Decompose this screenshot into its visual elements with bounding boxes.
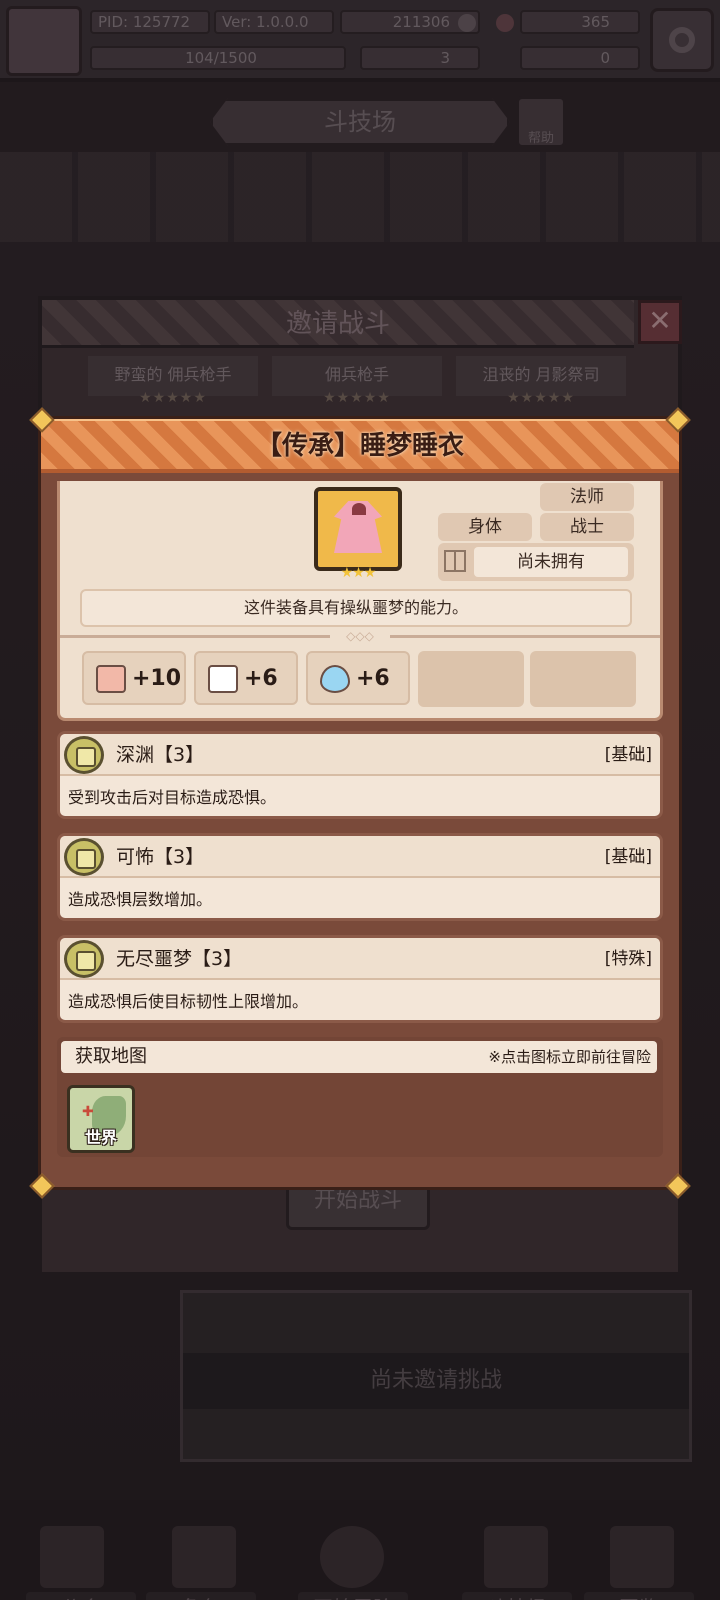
stat-intellect: +6 [194, 651, 298, 705]
fist-icon [96, 665, 126, 693]
skill-description: 受到攻击后对目标造成恐惧。 [68, 788, 277, 807]
water-drop-icon [320, 665, 350, 693]
item-detail-body: ★★★ 法师 身体 战士 尚未拥有 这件装备具有操纵噩梦的能力。 ◇◇◇ +10… [57, 481, 663, 1181]
stat-empty-slot [418, 651, 524, 707]
obtain-map-header: 获取地图 ※点击图标立即前往冒险 [61, 1041, 657, 1073]
item-description: 这件装备具有操纵噩梦的能力。 [80, 589, 632, 627]
skill-description: 造成恐惧层数增加。 [68, 890, 213, 909]
item-detail-card: 【传承】睡梦睡衣 ★★★ 法师 身体 战士 尚未拥有 这件装备具有操纵噩梦的能力… [29, 407, 691, 1199]
skill-header: 可怖【3】 [基础] [60, 836, 660, 878]
item-info-block: ★★★ 法师 身体 战士 尚未拥有 这件装备具有操纵噩梦的能力。 ◇◇◇ +10… [57, 481, 663, 721]
book-icon [208, 665, 238, 693]
divider: ◇◇◇ [60, 629, 660, 645]
obtain-map-hint: ※点击图标立即前往冒险 [488, 1048, 651, 1066]
divider-ornament: ◇◇◇ [330, 629, 390, 643]
skill-name: 无尽噩梦【3】 [116, 948, 243, 970]
stat-value: +6 [356, 666, 390, 691]
skill-header: 无尽噩梦【3】 [特殊] [60, 938, 660, 980]
stat-empty-slot [530, 651, 636, 707]
skill-type: [基础] [604, 745, 652, 765]
ownership-status: 尚未拥有 [438, 543, 634, 581]
stat-water: +6 [306, 651, 410, 705]
class-tag-mage: 法师 [540, 483, 634, 511]
skill-header: 深渊【3】 [基础] [60, 734, 660, 776]
obtain-map-section: 获取地图 ※点击图标立即前往冒险 ✚ 世界 [57, 1037, 663, 1157]
slot-tag: 身体 [438, 513, 532, 541]
class-tag-warrior: 战士 [540, 513, 634, 541]
obtain-map-title: 获取地图 [75, 1046, 147, 1067]
ownership-label: 尚未拥有 [474, 547, 628, 577]
skill-type: [基础] [604, 847, 652, 867]
skill-badge-icon [64, 736, 104, 774]
item-image [314, 487, 402, 571]
map-marker-icon: ✚ [82, 1104, 94, 1120]
stat-value: +6 [244, 666, 278, 691]
skill-card[interactable]: 可怖【3】 [基础] 造成恐惧层数增加。 [57, 833, 663, 921]
world-map-button[interactable]: ✚ 世界 [67, 1085, 135, 1153]
skill-name: 深渊【3】 [116, 744, 205, 766]
item-stars: ★★★ [340, 565, 377, 581]
world-map-label: 世界 [84, 1128, 117, 1147]
stat-strength: +10 [82, 651, 186, 705]
skill-description: 造成恐惧后使目标韧性上限增加。 [68, 992, 309, 1011]
item-header: 【传承】睡梦睡衣 [41, 419, 679, 473]
stat-value: +10 [132, 666, 182, 691]
skill-name: 可怖【3】 [116, 846, 205, 868]
heart-icon [352, 503, 366, 515]
skill-card[interactable]: 无尽噩梦【3】 [特殊] 造成恐惧后使目标韧性上限增加。 [57, 935, 663, 1023]
skill-badge-icon [64, 838, 104, 876]
skill-badge-icon [64, 940, 104, 978]
skill-type: [特殊] [604, 949, 652, 969]
skill-card[interactable]: 深渊【3】 [基础] 受到攻击后对目标造成恐惧。 [57, 731, 663, 819]
item-title: 【传承】睡梦睡衣 [255, 431, 464, 461]
inventory-icon [444, 550, 466, 572]
